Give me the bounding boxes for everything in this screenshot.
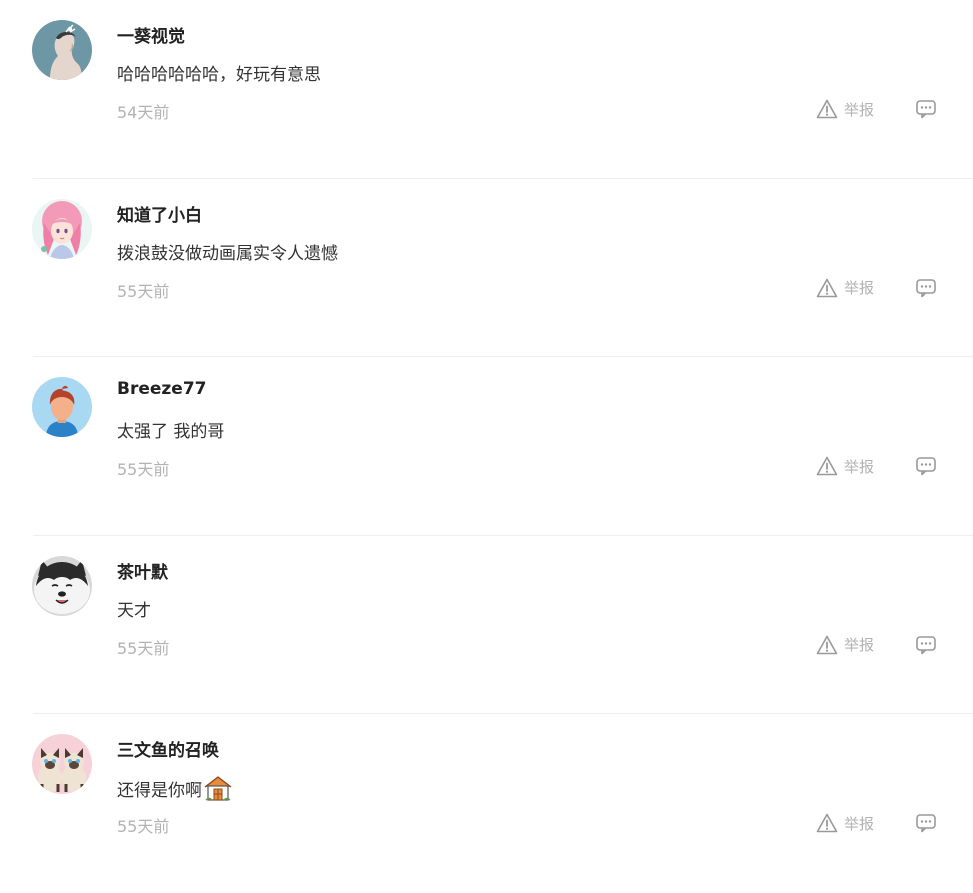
reply-button[interactable] [915,635,937,655]
comment-username[interactable]: 茶叶默 [117,558,168,583]
comment-item: Breeze77 太强了 我的哥 55天前 举报 [0,357,973,536]
comment-text: 哈哈哈哈哈哈，好玩有意思 [117,60,321,85]
report-label: 举报 [844,814,875,833]
comment-timestamp: 54天前 [117,103,170,122]
comment-text: 还得是你啊 [117,774,233,802]
comment-timestamp: 55天前 [117,281,170,301]
reply-button[interactable] [915,99,937,119]
comment-item: 茶叶默 天才 55天前 举报 [0,536,973,715]
husky-dog-avatar-icon [32,555,92,616]
default-man-avatar-icon [32,377,92,438]
reply-button[interactable] [915,456,937,476]
report-label: 举报 [844,100,875,119]
comment-username[interactable]: 知道了小白 [117,201,202,226]
comment-list: 一葵视觉 哈哈哈哈哈哈，好玩有意思 54天前 举报 知道了小白 拨浪鼓没做动画属… [0,0,973,893]
house-emoji-icon [203,774,233,802]
comment-timestamp: 55天前 [117,638,170,658]
report-label: 举报 [844,457,875,476]
comment-bubble-icon [916,457,936,476]
comment-bubble-icon [916,635,936,655]
report-button[interactable]: 举报 [816,277,874,299]
user-avatar[interactable] [32,555,92,616]
comment-text: 天才 [117,596,151,621]
comment-username[interactable]: 三文鱼的召唤 [117,736,219,761]
reply-button[interactable] [915,813,937,833]
user-avatar[interactable] [32,20,92,80]
report-label: 举报 [844,279,875,298]
woman-profile-avatar-icon [32,20,92,80]
siamese-cats-avatar-icon [32,734,92,795]
report-button[interactable]: 举报 [816,98,874,120]
user-avatar[interactable] [32,377,92,438]
report-button[interactable]: 举报 [816,812,874,834]
comment-text-body: 还得是你啊 [117,780,202,801]
comment-bubble-icon [916,814,936,833]
comment-username[interactable]: Breeze77 [117,379,206,399]
comment-text: 拨浪鼓没做动画属实令人遗憾 [117,239,338,264]
comment-username[interactable]: 一葵视觉 [117,22,185,47]
comment-item: 知道了小白 拨浪鼓没做动画属实令人遗憾 55天前 举报 [0,179,973,358]
report-button[interactable]: 举报 [816,455,874,477]
comment-text-body: 天才 [117,600,151,621]
report-button[interactable]: 举报 [816,634,874,656]
comment-text-body: 太强了 我的哥 [117,422,225,443]
warning-icon [816,812,838,834]
comment-timestamp: 55天前 [117,817,170,837]
report-label: 举报 [844,636,875,655]
user-avatar[interactable] [32,734,92,795]
comment-item: 一葵视觉 哈哈哈哈哈哈，好玩有意思 54天前 举报 [0,0,973,179]
comment-item: 三文鱼的召唤 还得是你啊 55天前 举报 [0,714,973,893]
reply-button[interactable] [915,278,937,298]
warning-icon [816,277,838,299]
comment-text-body: 哈哈哈哈哈哈，好玩有意思 [117,65,321,85]
anime-girl-avatar-icon [32,198,92,259]
warning-icon [816,98,838,120]
comment-text: 太强了 我的哥 [117,417,224,442]
warning-icon [816,634,838,656]
comment-timestamp: 55天前 [117,460,170,480]
comment-text-body: 拨浪鼓没做动画属实令人遗憾 [117,243,338,264]
comment-bubble-icon [916,278,936,297]
warning-icon [816,455,838,477]
user-avatar[interactable] [32,198,92,259]
comment-bubble-icon [916,100,936,119]
